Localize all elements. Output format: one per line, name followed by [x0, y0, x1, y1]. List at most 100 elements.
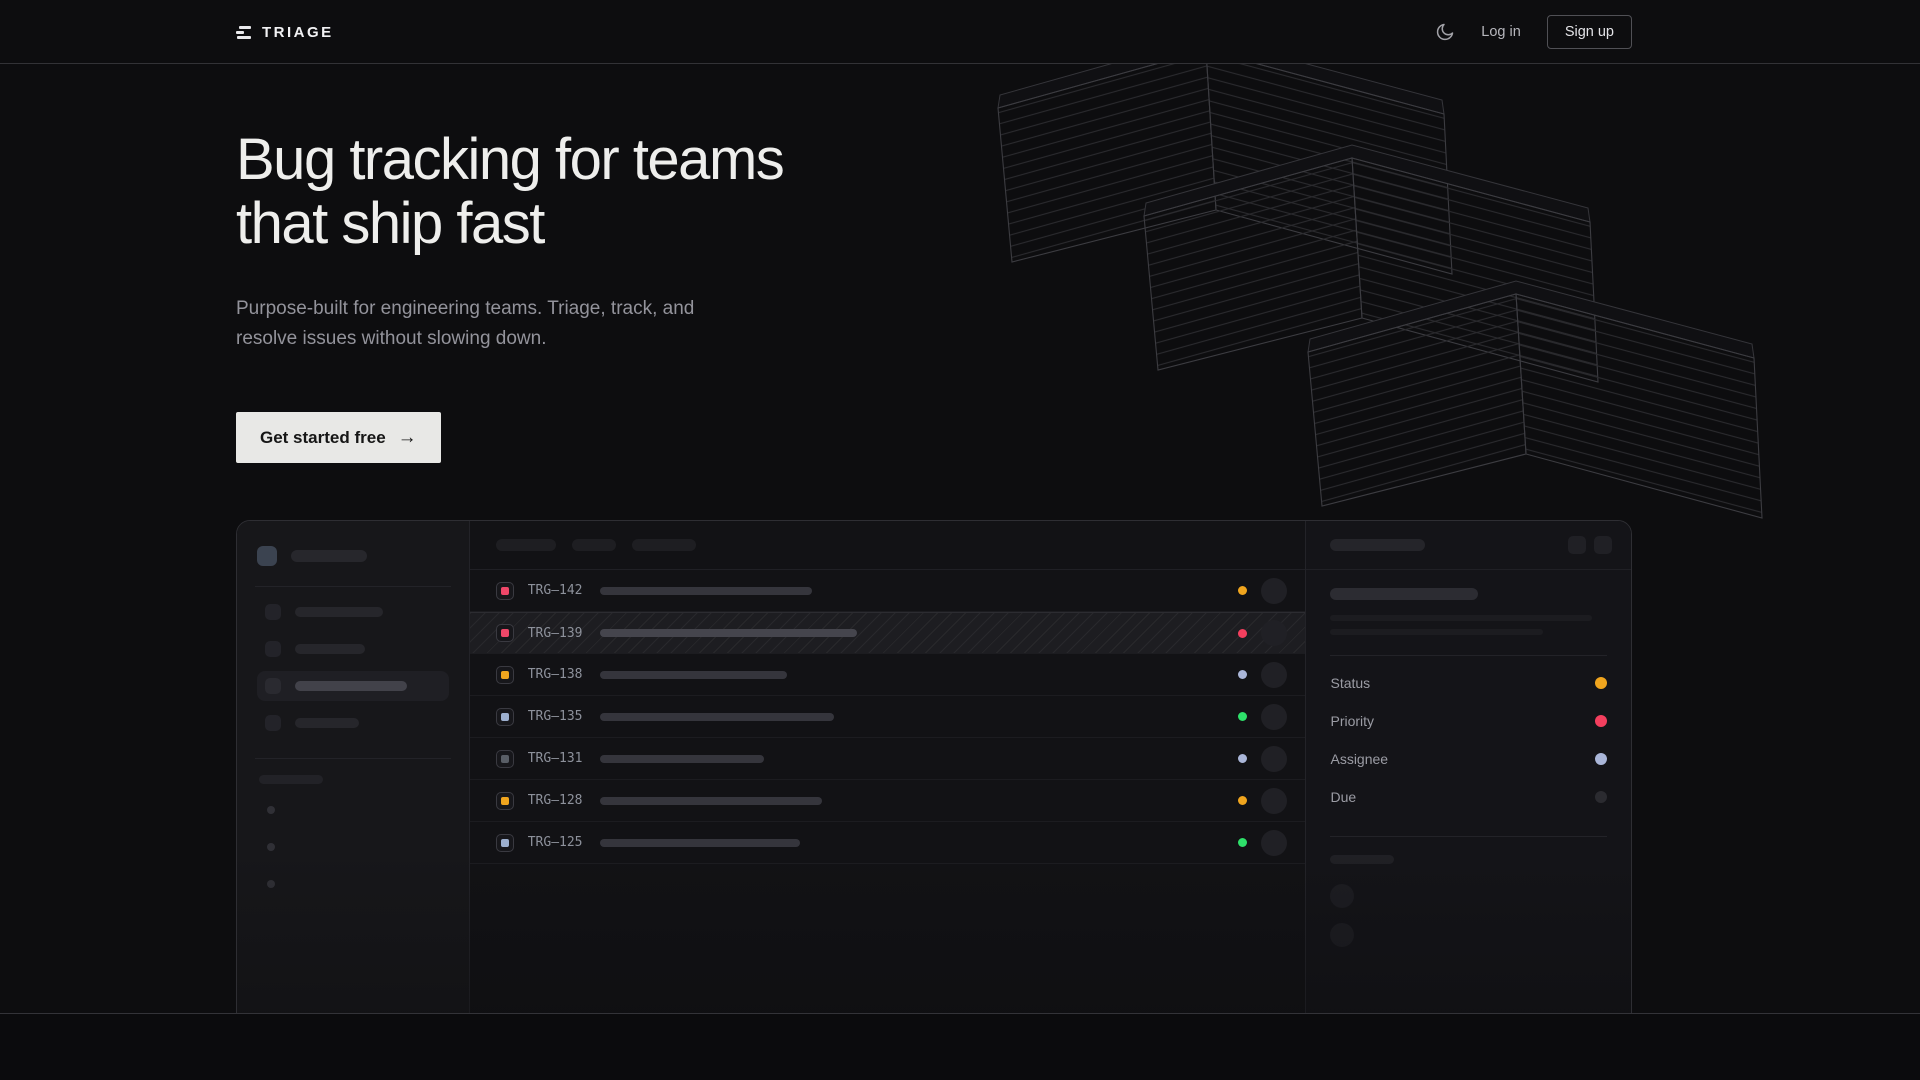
assignee-avatar	[1261, 830, 1287, 856]
divider	[1330, 836, 1607, 837]
assignee-avatar	[1261, 746, 1287, 772]
mock-comment-avatar	[1330, 923, 1354, 947]
mock-issue-list: TRG–142 TRG–139 TRG–138	[470, 521, 1306, 1013]
assignee-avatar	[1261, 620, 1287, 646]
divider	[1330, 655, 1607, 656]
mock-nav-item	[257, 597, 449, 627]
mock-nav-icon	[265, 604, 281, 620]
issue-type-icon	[496, 666, 514, 684]
issue-id: TRG–131	[528, 751, 586, 766]
mock-nav-item	[257, 634, 449, 664]
issue-row: TRG–138	[470, 654, 1306, 696]
login-link[interactable]: Log in	[1481, 24, 1521, 40]
mock-tab-placeholder	[572, 539, 616, 551]
mock-sidebar	[237, 521, 470, 1013]
arrow-right-icon: →	[398, 427, 417, 449]
mock-workspace-row	[257, 546, 449, 566]
status-dot	[1238, 586, 1247, 595]
hero-subtitle: Purpose-built for engineering teams. Tri…	[236, 294, 1920, 354]
priority-value-dot	[1595, 715, 1607, 727]
mock-section-label-placeholder	[259, 775, 323, 784]
assignee-avatar	[1261, 788, 1287, 814]
signup-button[interactable]: Sign up	[1547, 15, 1632, 49]
issue-type-icon	[496, 750, 514, 768]
mock-tab-placeholder	[496, 539, 556, 551]
mock-comment-avatar	[1330, 884, 1354, 908]
mock-tab-placeholder	[632, 539, 696, 551]
issue-title-placeholder	[600, 587, 812, 595]
app-preview-mock: TRG–142 TRG–139 TRG–138	[236, 520, 1632, 1013]
mock-detail-actions	[1568, 536, 1612, 554]
mock-nav-label-placeholder	[295, 681, 407, 691]
issue-type-icon	[496, 708, 514, 726]
mock-description-placeholder	[1330, 615, 1592, 621]
mock-detail-panel: Status Priority Assignee Due	[1305, 521, 1631, 1013]
mock-nav-label-placeholder	[295, 607, 383, 617]
mock-nav-icon	[265, 678, 281, 694]
issue-id: TRG–135	[528, 709, 586, 724]
moon-icon	[1435, 22, 1455, 42]
divider	[255, 758, 451, 759]
mock-nav-icon	[265, 715, 281, 731]
top-nav: TRIAGE Log in Sign up	[0, 0, 1920, 64]
issue-title-placeholder	[600, 755, 764, 763]
detail-field-priority: Priority	[1330, 702, 1607, 740]
assignee-avatar	[1261, 662, 1287, 688]
mock-list-bullet	[267, 806, 275, 814]
mock-nav-label-placeholder	[295, 644, 365, 654]
next-section	[0, 1013, 1920, 1080]
hero-heading: Bug tracking for teamsthat ship fast	[236, 128, 1920, 256]
theme-toggle-button[interactable]	[1435, 22, 1455, 42]
hero-section: Bug tracking for teamsthat ship fast Pur…	[0, 64, 1920, 1013]
issue-title-placeholder	[600, 629, 857, 637]
issue-row: TRG–135	[470, 696, 1306, 738]
mock-workspace-avatar	[257, 546, 277, 566]
detail-field-status: Status	[1330, 664, 1607, 702]
issue-id: TRG–125	[528, 835, 586, 850]
status-dot	[1238, 670, 1247, 679]
status-dot	[1238, 796, 1247, 805]
issue-row-selected: TRG–139	[470, 612, 1306, 654]
detail-field-due: Due	[1330, 778, 1607, 816]
mock-issue-title-placeholder	[1330, 588, 1478, 600]
mock-workspace-name-placeholder	[291, 550, 367, 562]
mock-description-placeholder	[1330, 629, 1543, 635]
divider	[255, 586, 451, 587]
mock-list-bullet	[267, 843, 275, 851]
mock-list-bullet	[267, 880, 275, 888]
issue-id: TRG–128	[528, 793, 586, 808]
get-started-button[interactable]: Get started free →	[236, 412, 441, 463]
mock-nav-label-placeholder	[295, 718, 359, 728]
assignee-value-dot	[1595, 753, 1607, 765]
mock-list-header	[470, 521, 1306, 570]
get-started-label: Get started free	[260, 428, 386, 448]
issue-title-placeholder	[600, 797, 822, 805]
mock-action-button	[1594, 536, 1612, 554]
field-label: Status	[1330, 675, 1370, 691]
status-dot	[1238, 838, 1247, 847]
status-dot	[1238, 754, 1247, 763]
status-dot	[1238, 629, 1247, 638]
issue-row: TRG–142	[470, 570, 1306, 612]
issue-type-icon	[496, 834, 514, 852]
field-label: Priority	[1330, 713, 1374, 729]
mock-nav-item-active	[257, 671, 449, 701]
field-label: Assignee	[1330, 751, 1388, 767]
issue-row: TRG–131	[470, 738, 1306, 780]
triage-bars-icon	[236, 26, 252, 39]
brand-logo[interactable]: TRIAGE	[236, 24, 334, 41]
issue-id: TRG–142	[528, 583, 586, 598]
status-value-dot	[1595, 677, 1607, 689]
issue-title-placeholder	[600, 839, 800, 847]
issue-title-placeholder	[600, 713, 834, 721]
field-label: Due	[1330, 789, 1356, 805]
mock-nav-item	[257, 708, 449, 738]
issue-row: TRG–125	[470, 822, 1306, 864]
issue-type-icon	[496, 582, 514, 600]
issue-type-icon	[496, 624, 514, 642]
status-dot	[1238, 712, 1247, 721]
mock-nav-icon	[265, 641, 281, 657]
issue-id: TRG–139	[528, 626, 586, 641]
mock-activity-label-placeholder	[1330, 855, 1394, 864]
assignee-avatar	[1261, 578, 1287, 604]
